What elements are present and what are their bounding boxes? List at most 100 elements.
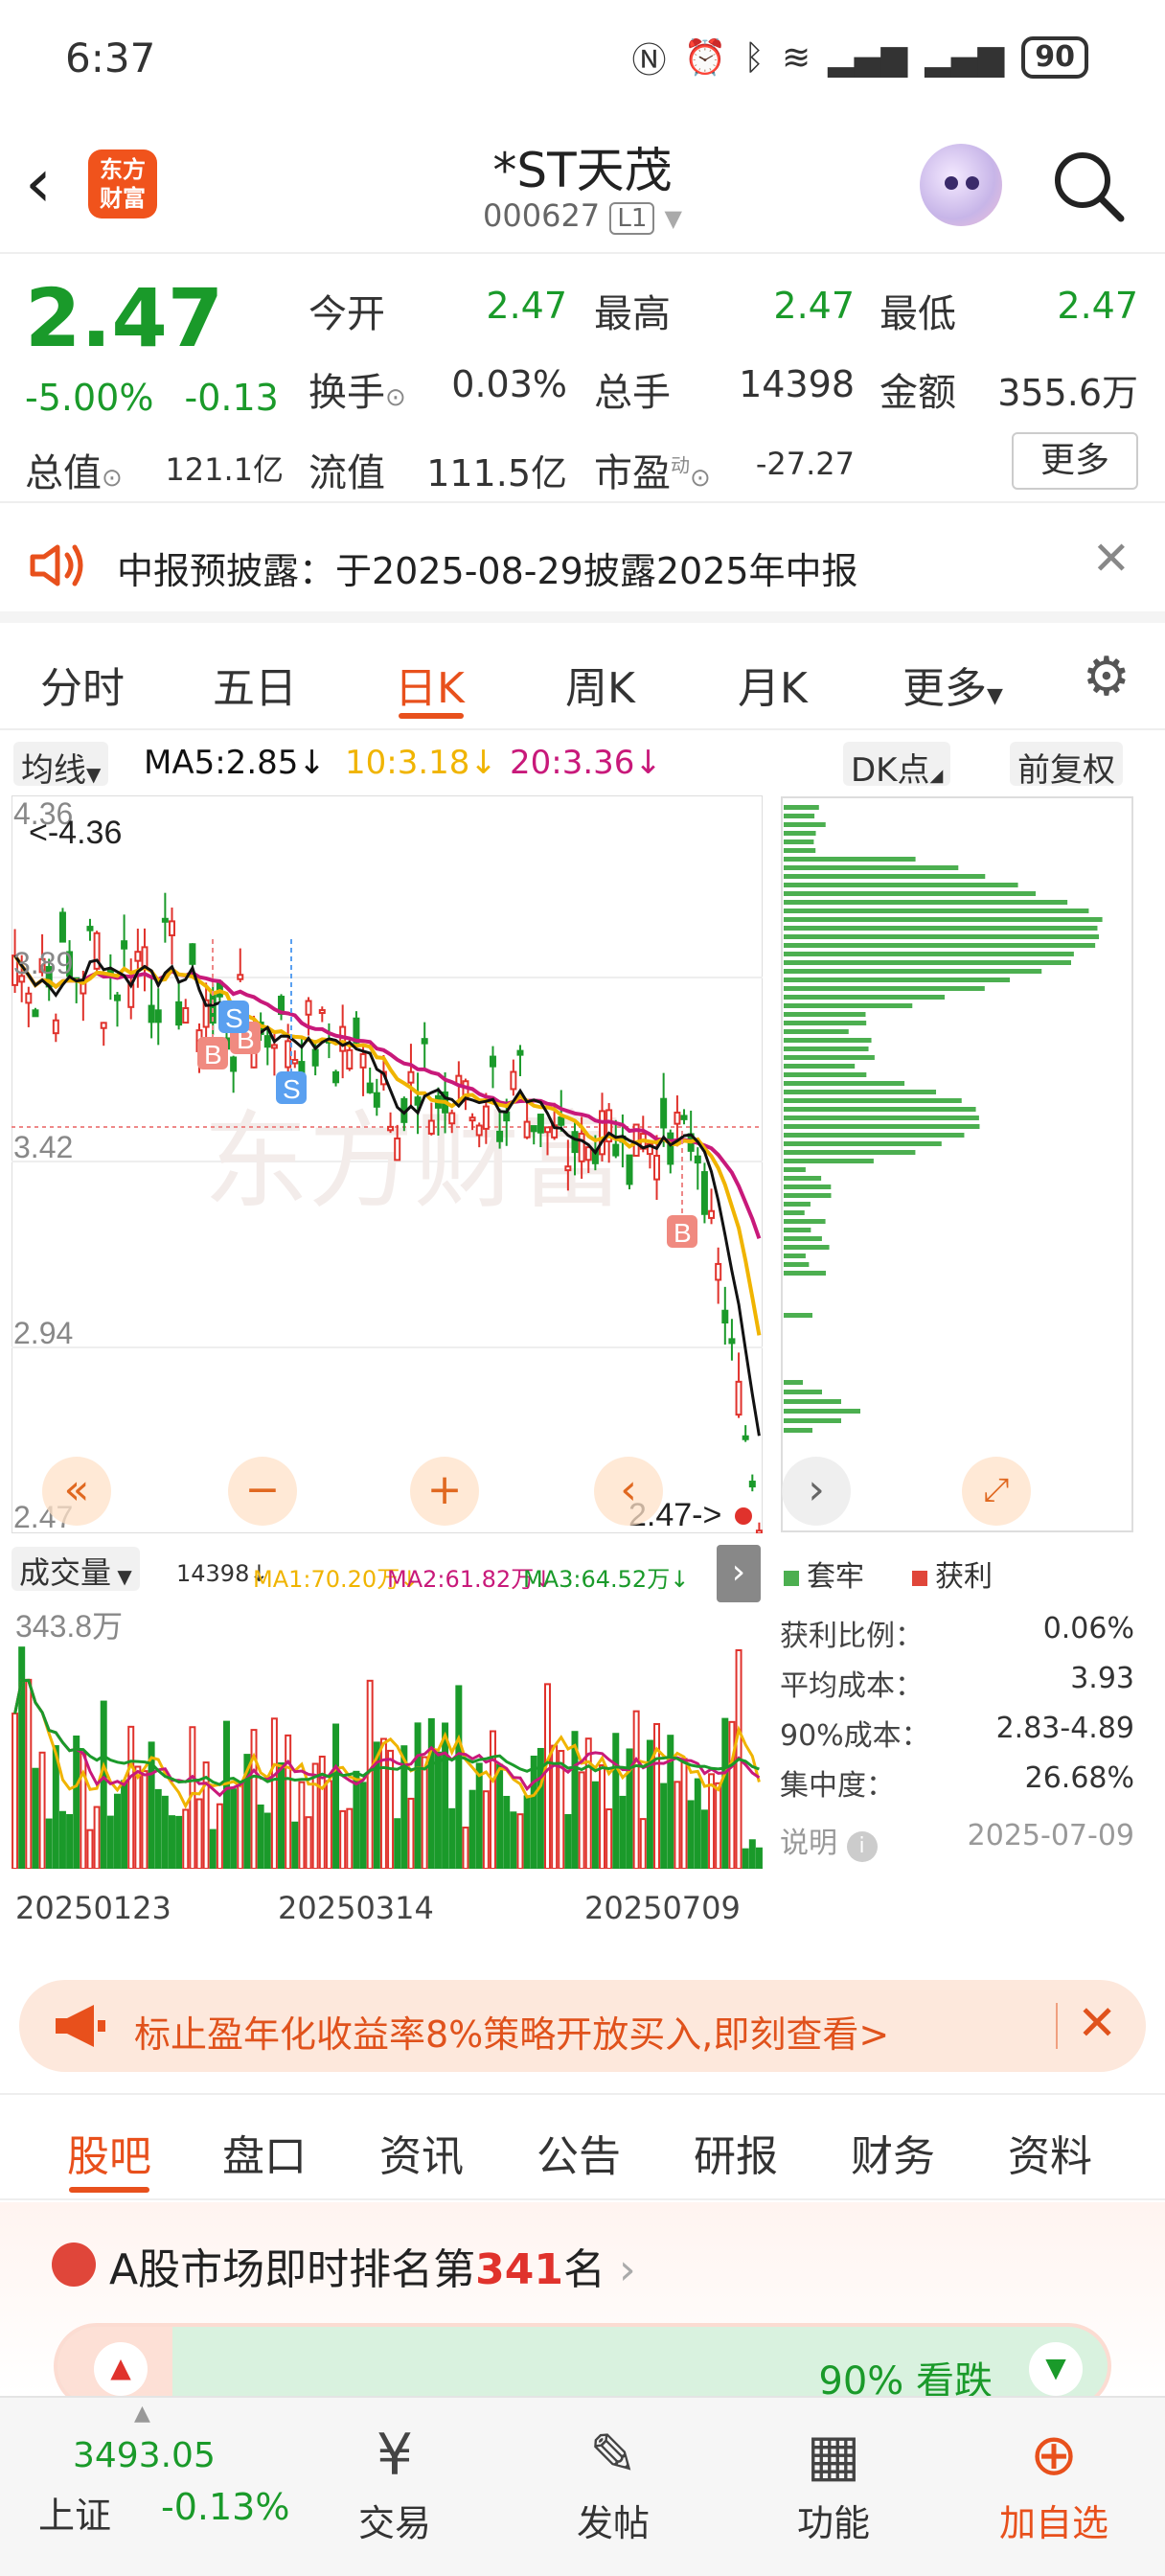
tab-finance[interactable]: 财务 — [851, 2122, 935, 2183]
candle-body — [318, 1009, 326, 1015]
candle-body — [86, 926, 94, 932]
candle-body — [52, 1019, 59, 1035]
chip-bar — [784, 900, 1068, 905]
scroll-left-icon[interactable]: ‹ — [594, 1457, 663, 1526]
alarm-icon: ⏰ — [683, 38, 727, 78]
candle-body — [755, 1530, 763, 1533]
divider — [1056, 2003, 1058, 2049]
kline-chart[interactable]: 东方财富 B B S S B 4.36 3.89 3.42 2.94 2.47 … — [11, 795, 763, 1533]
volume-bar — [700, 1809, 708, 1869]
tab-weekly-k[interactable]: 周K — [565, 654, 635, 715]
volume-bar — [270, 1717, 278, 1869]
chip-bar — [784, 1072, 867, 1077]
dk-point-selector[interactable]: DK点◢ — [843, 742, 951, 790]
chevron-right-icon[interactable]: › — [717, 1545, 761, 1602]
volume-bar — [407, 1797, 415, 1869]
candle-body — [516, 1049, 524, 1056]
chip-bar — [784, 943, 1096, 948]
tab-intraday[interactable]: 分时 — [40, 654, 125, 715]
nav-functions[interactable]: ▦ 功能 — [757, 2417, 910, 2546]
volume-selector[interactable]: 成交量 ▼ — [11, 1547, 140, 1591]
search-icon[interactable] — [1050, 148, 1127, 224]
bearish-down-icon[interactable]: ▼ — [1029, 2342, 1083, 2396]
candle-body — [530, 1125, 537, 1133]
chip-bar — [784, 1262, 810, 1267]
low-value: 2.47 — [1057, 285, 1138, 327]
high-label: 最高 — [594, 292, 671, 336]
adjust-selector[interactable]: 前复权 — [1010, 742, 1123, 790]
nav-label: 发帖 — [576, 2502, 650, 2544]
candle-body — [578, 1132, 585, 1162]
info-icon: i — [846, 1831, 878, 1862]
tab-more[interactable]: 更多▼ — [902, 654, 1003, 715]
candle-body — [742, 1435, 749, 1440]
index-value[interactable]: 3493.05 — [73, 2436, 216, 2475]
index-name[interactable]: 上证 — [38, 2486, 111, 2539]
promo-banner[interactable]: 标止盈年化收益率8%策略开放买入,即刻查看> ✕ — [19, 1980, 1146, 2072]
expand-icon[interactable]: ⤢ — [962, 1457, 1031, 1526]
tab-research[interactable]: 研报 — [694, 2122, 778, 2183]
volume-bar — [168, 1815, 175, 1869]
candle-body — [708, 1209, 716, 1219]
zoom-in-icon[interactable]: + — [410, 1457, 479, 1526]
gear-icon[interactable]: ⚙ — [1083, 646, 1131, 708]
zoom-out-icon[interactable]: − — [228, 1457, 297, 1526]
tab-guba[interactable]: 股吧 — [67, 2122, 151, 2183]
tab-monthly-k[interactable]: 月K — [738, 654, 808, 715]
tab-news[interactable]: 资讯 — [379, 2122, 464, 2183]
ma-legend-bar: 均线▼ MA5:2.85↓ 10:3.18↓ 20:3.36↓ DK点◢ 前复权 — [0, 738, 1165, 792]
mktcap-label: 总值⊙ — [25, 451, 123, 495]
nav-trade[interactable]: ¥ 交易 — [318, 2417, 471, 2546]
volume-bar — [175, 1815, 183, 1869]
tab-profile[interactable]: 资料 — [1008, 2122, 1092, 2183]
promo-text: 标止盈年化收益率8%策略开放买入,即刻查看> — [134, 2013, 890, 2056]
add-circle-icon: ⊕ — [1029, 2422, 1079, 2489]
volume-bar — [489, 1730, 496, 1869]
volume-bar — [687, 1800, 695, 1869]
candle-body — [660, 1097, 668, 1129]
scroll-left-fast-icon[interactable]: « — [42, 1457, 111, 1526]
bottom-nav: ▲ 3493.05 上证 -0.13% ¥ 交易 ✎ 发帖 ▦ 功能 ⊕ 加自选 — [0, 2396, 1165, 2576]
volume-bar — [496, 1763, 504, 1869]
chip-bar — [784, 1428, 812, 1433]
volume-bar — [25, 1678, 33, 1869]
close-icon[interactable]: ✕ — [1092, 532, 1131, 586]
more-button[interactable]: 更多 — [1012, 432, 1138, 490]
explain-row[interactable]: 说明 i 2025-07-09 — [780, 1819, 1134, 1862]
nav-post[interactable]: ✎ 发帖 — [537, 2417, 690, 2546]
assistant-robot-icon[interactable] — [920, 144, 1002, 226]
tab-five-day[interactable]: 五日 — [213, 654, 297, 715]
notice-bar[interactable]: 中报预披露：于2025-08-29披露2025年中报 ✕ — [0, 503, 1165, 623]
tab-announcements[interactable]: 公告 — [537, 2122, 621, 2183]
candle-body — [161, 917, 169, 923]
status-icons: Ⓝ ⏰ ᛒ ≋ ▂▄▆ ▂▄▆ 90 — [632, 33, 1088, 82]
tab-pankou[interactable]: 盘口 — [222, 2122, 307, 2183]
index-change[interactable]: -0.13% — [161, 2486, 289, 2528]
volume-bar — [209, 1828, 217, 1869]
nav-label: 加自选 — [998, 2502, 1108, 2544]
chip-bar — [784, 883, 1018, 887]
bullish-up-icon[interactable]: ▲ — [94, 2342, 148, 2396]
max-price-marker: <-4.36 — [29, 815, 122, 851]
volume-chart: 343.8万 — [11, 1602, 763, 1869]
candle-body — [496, 1130, 504, 1142]
volume-bar — [291, 1821, 299, 1869]
chip-bar — [784, 995, 946, 1000]
candle-body — [154, 1009, 162, 1024]
volume-bar — [530, 1755, 537, 1869]
indicator-selector[interactable]: 均线▼ — [13, 742, 109, 790]
close-icon[interactable]: ✕ — [1077, 1995, 1117, 2051]
cost-90-row: 90%成本： 2.83-4.89 — [780, 1712, 1134, 1753]
chip-bar — [784, 1159, 874, 1163]
chip-bar — [784, 969, 1042, 974]
nav-add-watchlist[interactable]: ⊕ 加自选 — [977, 2417, 1131, 2546]
rank-text[interactable]: A股市场即时排名第341名 › — [109, 2235, 636, 2296]
candle-body — [414, 1096, 422, 1106]
chevron-right-icon[interactable]: › — [782, 1457, 851, 1526]
volume-bar — [605, 1808, 613, 1869]
chip-info-panel: 套牢 获利 获利比例： 0.06% 平均成本： 3.93 90%成本： 2.83-4.… — [780, 1545, 1136, 1862]
chip-bar — [784, 891, 1036, 896]
candle-body — [599, 1110, 606, 1156]
candle-body — [58, 911, 66, 943]
tab-daily-k[interactable]: 日K — [395, 654, 465, 715]
